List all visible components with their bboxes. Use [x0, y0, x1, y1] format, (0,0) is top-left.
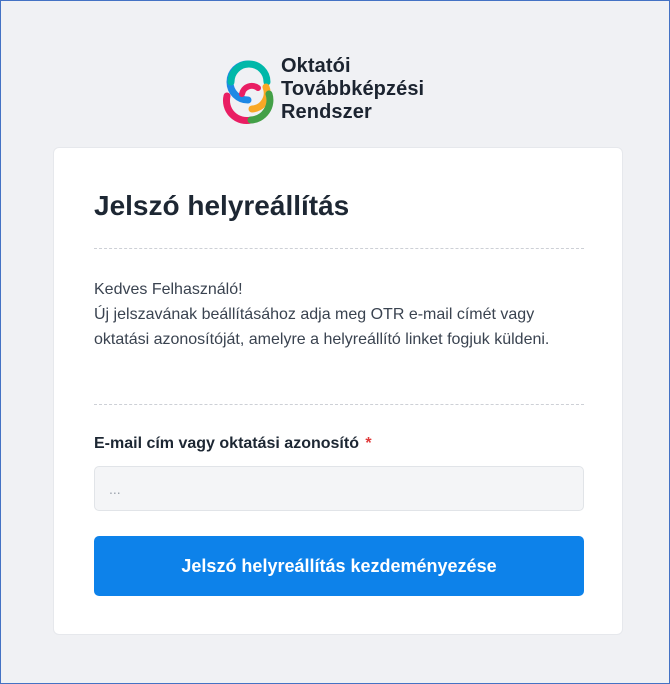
otr-logo-icon	[223, 60, 274, 124]
required-marker: *	[365, 435, 372, 452]
field-label: E-mail cím vagy oktatási azonosító *	[94, 435, 372, 453]
password-reset-card: Jelszó helyreállítás Kedves Felhasználó!…	[53, 147, 623, 635]
page-title: Jelszó helyreállítás	[94, 190, 350, 221]
intro-text: Kedves Felhasználó! Új jelszavának beáll…	[94, 277, 589, 352]
brand-name-line: Továbbképzési	[281, 78, 425, 100]
divider	[94, 248, 584, 249]
greeting-text: Kedves Felhasználó!	[94, 281, 243, 298]
instruction-text: Új jelszavának beállításához adja meg OT…	[94, 306, 550, 348]
brand-name: Oktatói Továbbképzési Rendszer	[281, 55, 424, 124]
reset-password-button[interactable]: Jelszó helyreállítás kezdeményezése	[94, 536, 584, 596]
brand-name-line: Oktatói	[281, 55, 351, 77]
brand-logo: Oktatói Továbbképzési Rendszer	[219, 54, 424, 132]
divider	[94, 404, 584, 405]
email-or-id-input[interactable]	[94, 466, 584, 511]
field-label-text: E-mail cím vagy oktatási azonosító	[94, 435, 359, 452]
brand-name-line: Rendszer	[281, 101, 372, 123]
